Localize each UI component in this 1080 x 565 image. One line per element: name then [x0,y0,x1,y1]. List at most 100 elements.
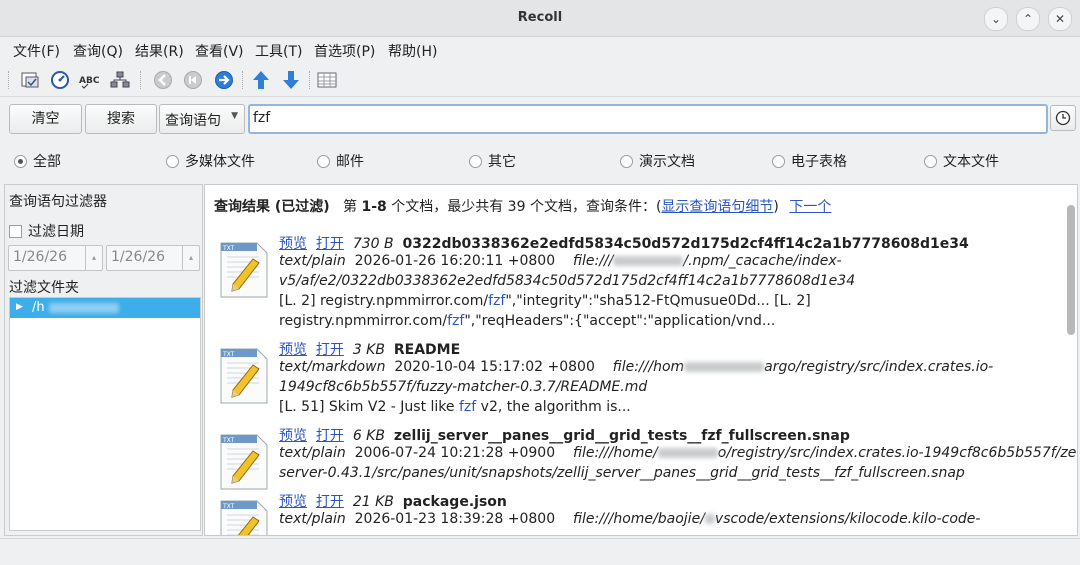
menu-results[interactable]: 结果(R) [135,41,184,61]
text-document-icon: TXT [220,434,268,490]
date-to-field[interactable]: 1/26/26 ▴ [106,245,200,271]
mime-type: text/plain [279,445,346,461]
radio-icon [166,154,179,168]
query-input[interactable]: fzf [248,104,1048,134]
menu-view[interactable]: 查看(V) [195,41,244,61]
folder-tree[interactable]: ▶ /h [9,297,201,531]
radio-icon [317,154,330,168]
results-title: 查询结果 (已过滤) [214,199,330,215]
show-query-details-link[interactable]: 显示查询语句细节 [661,199,773,215]
filter-sidebar: 查询语句过滤器 过滤日期 1/26/26 ▴ 1/26/26 ▴ 过滤文件夹 ▶… [4,184,203,536]
menu-query[interactable]: 查询(Q) [73,41,123,61]
modified-date: 2026-01-26 16:20:11 +0800 [354,253,556,269]
toolbar-separator [309,71,312,89]
preview-link[interactable]: 预览 [279,428,307,444]
modified-date: 2020-10-04 15:17:02 +0800 [394,359,595,375]
toolbar-separator [242,71,245,89]
expand-arrow-icon[interactable]: ▶ [16,302,23,312]
mime-type: text/plain [279,253,346,269]
file-path: file:////.npm/_cacache/index- [572,253,842,269]
radio-icon [924,154,937,168]
spinner-icon[interactable]: ▴ [85,246,102,270]
maximize-button[interactable]: ⌃ [1016,7,1040,31]
category-all[interactable]: 全部 [14,151,61,171]
redacted-text [704,514,715,524]
menu-help[interactable]: 帮助(H) [388,41,437,61]
search-button[interactable]: 搜索 [85,104,157,134]
abstract-line: registry.npmmirror.com/fzf","reqHeaders"… [279,313,776,329]
abstract-line: [L. 2] registry.npmmirror.com/fzf","inte… [279,293,811,309]
text-document-icon: TXT [220,348,268,404]
preview-link[interactable]: 预览 [279,494,307,510]
checkbox-icon [9,224,22,238]
category-presentation[interactable]: 演示文档 [620,151,695,171]
title-bar: Recoll ⌄ ⌃ ✕ [0,0,1080,37]
svg-text:ABC: ABC [79,76,100,86]
radio-icon [620,154,633,168]
file-size: 730 B [352,236,394,252]
results-header: 查询结果 (已过滤) 第 1-8 个文档，最少共有 39 个文档，查询条件：(显… [214,199,832,215]
file-size: 21 KB [352,494,394,510]
open-link[interactable]: 打开 [316,428,344,444]
mime-type: text/markdown [279,359,386,375]
sort-down-icon[interactable] [279,69,303,91]
mime-type: text/plain [279,511,346,527]
radio-icon [772,154,785,168]
spinner-icon[interactable]: ▴ [182,246,199,270]
history-icon[interactable] [48,69,72,91]
folder-filter-label: 过滤文件夹 [9,280,79,296]
history-button[interactable] [1050,105,1076,131]
next-page-icon[interactable] [212,69,236,91]
sidebar-title: 查询语句过滤器 [9,194,107,210]
chevron-down-icon: ▼ [231,111,238,121]
file-path: file:///hom argo/registry/src/index.crate… [612,359,994,375]
redacted-text [613,256,684,266]
minimize-button[interactable]: ⌄ [984,7,1008,31]
close-button[interactable]: ✕ [1048,7,1072,31]
abstract-line: [L. 51] Skim V2 - Just like fzf v2, the … [279,399,631,415]
open-link[interactable]: 打开 [316,494,344,510]
status-bar [0,538,1080,565]
file-path-cont: v5/af/e2/0322db0338362e2edfd5834c50d572d… [279,273,856,289]
results-scrollbar[interactable] [1067,191,1075,529]
window-title: Recoll [517,10,563,25]
scrollbar-thumb[interactable] [1067,205,1075,335]
category-spreadsheet[interactable]: 电子表格 [772,151,847,171]
category-text[interactable]: 文本文件 [924,151,999,171]
open-link[interactable]: 打开 [316,236,344,252]
spelling-abc-icon[interactable]: ABC [78,69,102,91]
redacted-text [657,448,718,458]
sort-up-icon[interactable] [249,69,273,91]
menu-preferences[interactable]: 首选项(P) [314,41,375,61]
category-media[interactable]: 多媒体文件 [166,151,255,171]
clear-button[interactable]: 清空 [9,104,82,134]
network-icon[interactable] [108,69,132,91]
category-other[interactable]: 其它 [469,151,516,171]
toolbar-grip [8,71,11,89]
filter-date-checkbox[interactable]: 过滤日期 [9,221,84,241]
spell-icon[interactable] [18,69,42,91]
first-page-icon[interactable] [181,69,205,91]
svg-text:TXT: TXT [222,351,235,358]
search-row: 清空 搜索 查询语句 ▼ fzf [0,98,1080,138]
folder-tree-item[interactable]: ▶ /h [10,298,200,318]
results-pane: 查询结果 (已过滤) 第 1-8 个文档，最少共有 39 个文档，查询条件：(显… [204,184,1078,536]
menu-file[interactable]: 文件(F) [13,41,60,61]
clock-icon [1055,110,1071,126]
menu-tools[interactable]: 工具(T) [255,41,302,61]
category-filter: 全部 多媒体文件 邮件 其它 演示文档 电子表格 文本文件 [0,148,1080,174]
category-mail[interactable]: 邮件 [317,151,364,171]
prev-page-icon[interactable] [151,69,175,91]
preview-link[interactable]: 预览 [279,342,307,358]
file-name: README [393,342,461,358]
modified-date: 2006-07-24 10:21:28 +0900 [354,445,556,461]
toolbar: ABC [0,64,1080,97]
table-view-icon[interactable] [315,69,339,91]
date-from-field[interactable]: 1/26/26 ▴ [8,245,103,271]
preview-link[interactable]: 预览 [279,236,307,252]
query-mode-select[interactable]: 查询语句 ▼ [159,104,245,134]
next-page-link[interactable]: 下一个 [789,199,831,215]
query-input-value: fzf [253,110,271,126]
open-link[interactable]: 打开 [316,342,344,358]
query-mode-value: 查询语句 [165,113,221,129]
